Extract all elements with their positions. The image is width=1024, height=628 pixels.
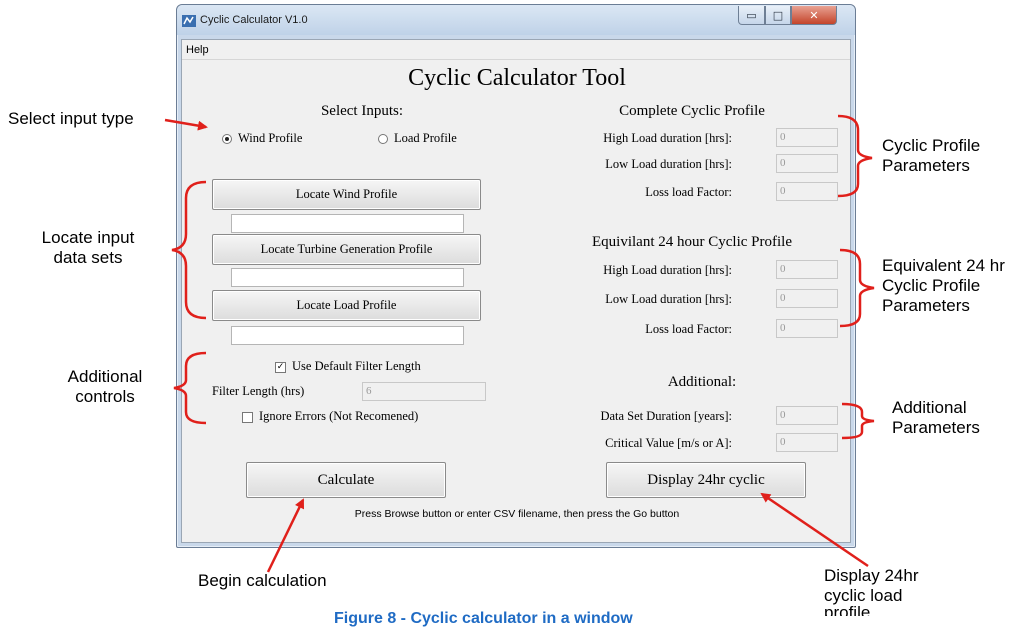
annotation-additional-controls-line2: controls — [75, 387, 135, 406]
annotation-cyclic-params-line1: Cyclic Profile — [882, 136, 981, 155]
maximize-button[interactable]: □ — [765, 6, 791, 25]
select-inputs-heading: Select Inputs: — [320, 103, 404, 119]
annotation-additional-controls: Additional controls — [45, 367, 165, 407]
figure-caption: Figure 8 - Cyclic calculator in a window — [334, 610, 633, 627]
complete-low-label: Low Load duration [hrs]: — [605, 157, 732, 171]
annotation-cyclic-params: Cyclic Profile Parameters — [882, 136, 980, 176]
annotation-equivalent-params-line2: Cyclic Profile — [882, 276, 981, 295]
filter-length-label: Filter Length (hrs) — [212, 384, 305, 398]
critical-value-label: Critical Value [m/s or A]: — [605, 436, 732, 450]
calculate-button[interactable]: Calculate — [246, 462, 446, 498]
client-area: Help Cyclic Calculator Tool Select Input… — [181, 39, 851, 543]
annotation-display-24hr: Display 24hr cyclic load profile — [824, 566, 919, 616]
wind-profile-path-field[interactable] — [231, 214, 464, 233]
data-set-duration-label: Data Set Duration [years]: — [600, 409, 732, 423]
close-button[interactable]: ✕ — [791, 6, 837, 25]
title-bar[interactable]: Cyclic Calculator V1.0 ▭ □ ✕ — [177, 5, 855, 35]
annotation-equivalent-params: Equivalent 24 hr Cyclic Profile Paramete… — [882, 256, 1005, 316]
menu-help[interactable]: Help — [186, 44, 209, 56]
ignore-errors-checkbox[interactable] — [242, 412, 253, 423]
minimize-icon: ▭ — [746, 8, 757, 22]
equivalent-low-label: Low Load duration [hrs]: — [605, 292, 732, 306]
use-default-filter-label: Use Default Filter Length — [292, 359, 421, 373]
annotation-additional-params-line1: Additional — [892, 398, 967, 417]
locate-wind-profile-button[interactable]: Locate Wind Profile — [212, 179, 481, 210]
radio-wind-profile[interactable] — [222, 134, 232, 144]
data-set-duration-field[interactable]: 0 — [776, 406, 838, 425]
status-text: Press Browse button or enter CSV filenam… — [354, 508, 680, 520]
annotation-display-24hr-line2: cyclic load — [824, 586, 903, 605]
use-default-filter-checkbox[interactable]: ✓ — [275, 362, 286, 373]
locate-turbine-profile-button[interactable]: Locate Turbine Generation Profile — [212, 234, 481, 265]
equivalent-low-field[interactable]: 0 — [776, 289, 838, 308]
annotation-select-input-type: Select input type — [8, 109, 134, 128]
ignore-errors-label: Ignore Errors (Not Recomened) — [259, 409, 419, 423]
equivalent-profile-heading: Equivilant 24 hour Cyclic Profile — [592, 234, 792, 250]
radio-load-label[interactable]: Load Profile — [394, 131, 457, 146]
maximize-icon: □ — [772, 8, 784, 22]
display-24hr-button[interactable]: Display 24hr cyclic — [606, 462, 806, 498]
equivalent-loss-label: Loss load Factor: — [645, 322, 732, 336]
menu-bar: Help — [182, 40, 850, 60]
radio-wind-label[interactable]: Wind Profile — [238, 131, 302, 146]
annotation-display-24hr-line1: Display 24hr — [824, 566, 919, 585]
additional-heading: Additional: — [667, 374, 737, 390]
annotation-begin-calculation: Begin calculation — [198, 571, 327, 590]
annotation-locate-input-line2: data sets — [53, 248, 123, 267]
annotation-additional-params: Additional Parameters — [892, 398, 980, 438]
turbine-profile-path-field[interactable] — [231, 268, 464, 287]
complete-loss-label: Loss load Factor: — [645, 185, 732, 199]
complete-profile-heading: Complete Cyclic Profile — [619, 103, 765, 119]
filter-length-field[interactable]: 6 — [362, 382, 486, 401]
radio-selected-dot — [225, 137, 229, 141]
annotation-additional-params-line2: Parameters — [892, 418, 980, 437]
window-title: Cyclic Calculator V1.0 — [200, 14, 308, 26]
equivalent-loss-field[interactable]: 0 — [776, 319, 838, 338]
app-window: Cyclic Calculator V1.0 ▭ □ ✕ Help Cyclic… — [176, 4, 856, 548]
complete-low-field[interactable]: 0 — [776, 154, 838, 173]
annotation-equivalent-params-line1: Equivalent 24 hr — [882, 256, 1005, 275]
equivalent-high-field[interactable]: 0 — [776, 260, 838, 279]
annotation-display-24hr-line3: profile — [824, 606, 871, 616]
complete-loss-field[interactable]: 0 — [776, 182, 838, 201]
app-icon — [182, 15, 196, 27]
annotation-locate-input-line1: Locate input — [41, 228, 135, 247]
minimize-button[interactable]: ▭ — [738, 6, 765, 25]
complete-high-field[interactable]: 0 — [776, 128, 838, 147]
annotation-locate-input: Locate input data sets — [28, 228, 148, 268]
critical-value-field[interactable]: 0 — [776, 433, 838, 452]
equivalent-high-label: High Load duration [hrs]: — [603, 263, 732, 277]
app-title: Cyclic Calculator Tool — [408, 65, 626, 91]
locate-load-profile-button[interactable]: Locate Load Profile — [212, 290, 481, 321]
close-icon: ✕ — [809, 8, 819, 22]
radio-load-profile[interactable] — [378, 134, 388, 144]
annotation-equivalent-params-line3: Parameters — [882, 296, 970, 315]
annotation-additional-controls-line1: Additional — [67, 367, 143, 386]
annotation-cyclic-params-line2: Parameters — [882, 156, 970, 175]
load-profile-path-field[interactable] — [231, 326, 464, 345]
complete-high-label: High Load duration [hrs]: — [603, 131, 732, 145]
